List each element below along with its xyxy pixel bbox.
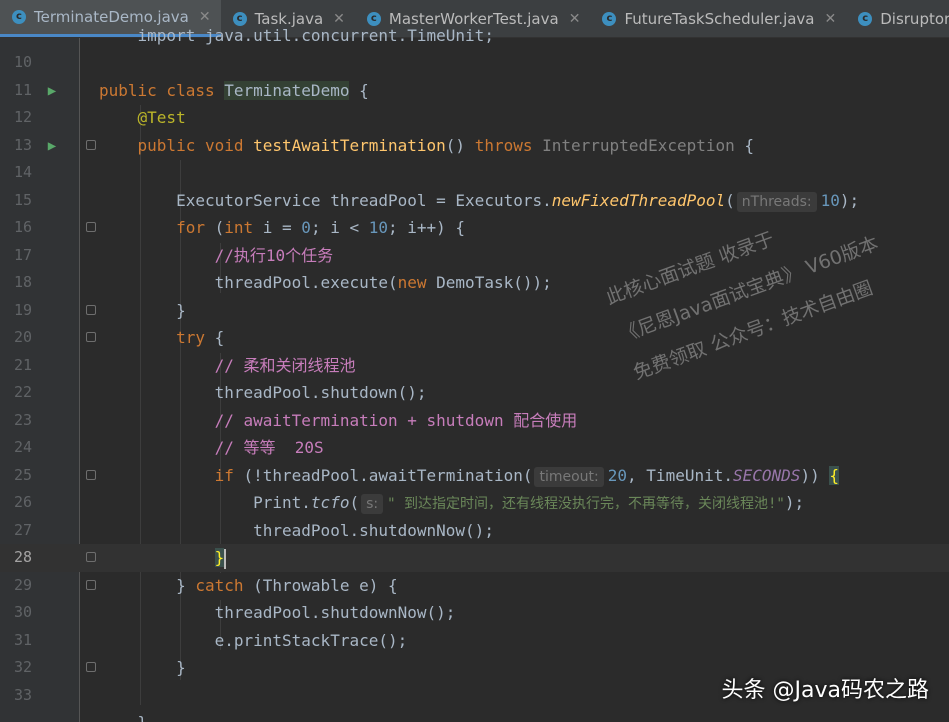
line-number: 23 <box>13 410 32 429</box>
matched-brace: } <box>214 548 225 567</box>
line-number: 28 <box>13 548 32 566</box>
line-number: 27 <box>13 520 32 539</box>
code-line: 26 Print.tcfo(s: " 到达指定时间，还有线程没执行完，不再等待，关… <box>0 489 949 517</box>
code-text: Print.tcfo(s: " 到达指定时间，还有线程没执行完，不再等待，关闭线程… <box>253 493 805 514</box>
code-text: if (!threadPool.awaitTermination(timeout… <box>214 465 839 487</box>
code-text: // 柔和关闭线程池 <box>99 352 356 380</box>
line-number: 25 <box>13 465 32 484</box>
code-text: // 等等 20S <box>99 434 324 462</box>
code-text: threadPool.shutdownNow(); <box>214 603 456 622</box>
line-number: 11 <box>13 80 32 99</box>
line-number: 14 <box>13 163 32 181</box>
run-test-icon[interactable]: ▶ <box>44 138 60 154</box>
code-line: 29 } catch (Throwable e) { <box>0 572 949 600</box>
fold-icon[interactable] <box>86 139 96 150</box>
code-line: 14 <box>0 159 949 187</box>
comment: // awaitTermination + shutdown 配合使用 <box>214 410 578 430</box>
code-line: 25 if (!threadPool.awaitTermination(time… <box>0 462 949 490</box>
line-number: 12 <box>13 108 32 126</box>
code-text: threadPool.shutdownNow(); <box>253 520 494 540</box>
code-line: 17 //执行10个任务 <box>0 242 949 270</box>
code-text: for (int i = 0; i < 10; i++) { <box>176 218 466 237</box>
line-number: 16 <box>13 218 32 236</box>
code-line: } <box>0 709 949 722</box>
code-line: 12 @Test <box>0 104 949 132</box>
code-line: 16 for (int i = 0; i < 10; i++) { <box>0 214 949 242</box>
code-line: 21 // 柔和关闭线程池 <box>0 352 949 380</box>
code-line: 30 threadPool.shutdownNow(); <box>0 599 949 627</box>
run-test-icon[interactable]: ▶ <box>44 83 60 99</box>
fold-icon[interactable] <box>86 579 96 590</box>
fold-icon[interactable] <box>86 222 96 232</box>
parameter-hint: timeout: <box>534 466 604 487</box>
line-number: 19 <box>13 300 32 319</box>
code-line: 22 threadPool.shutdown(); <box>0 379 949 407</box>
fold-icon[interactable] <box>86 332 96 342</box>
code-text: @Test <box>99 104 186 132</box>
annotation: @Test <box>137 108 186 127</box>
source-watermark: 头条 @Java码农之路 <box>721 678 929 703</box>
code-line: 10 <box>0 49 949 77</box>
code-line: 20 try { <box>0 324 949 352</box>
comment: //执行10个任务 <box>214 245 334 265</box>
code-line: 11 ▶ public class TerminateDemo { <box>0 77 949 105</box>
matched-brace: { <box>829 465 839 485</box>
parameter-hint: nThreads: <box>736 191 817 212</box>
line-number: 10 <box>13 53 32 71</box>
line-number: 22 <box>13 383 32 401</box>
code-line: 13 ▶ public void testAwaitTermination() … <box>0 132 949 160</box>
line-number: 18 <box>13 273 32 291</box>
code-text: try { <box>176 328 225 347</box>
code-text: threadPool.execute(new DemoTask()); <box>214 273 552 292</box>
code-text: public void testAwaitTermination() throw… <box>137 135 755 155</box>
fold-icon[interactable] <box>86 662 96 672</box>
code-line: 24 // 等等 20S <box>0 434 949 462</box>
code-text: } <box>99 544 227 572</box>
code-line: import java.util.concurrent.TimeUnit; <box>0 22 949 50</box>
comment: // 柔和关闭线程池 <box>214 355 356 375</box>
line-number: 30 <box>13 603 32 621</box>
line-number: 31 <box>13 630 32 649</box>
line-number: 29 <box>13 575 32 594</box>
string-literal: " 到达指定时间，还有线程没执行完，不再等待，关闭线程池!" <box>387 496 785 512</box>
code-text: // awaitTermination + shutdown 配合使用 <box>99 407 578 435</box>
line-number: 13 <box>13 135 32 154</box>
code-line: 18 threadPool.execute(new DemoTask()); <box>0 269 949 297</box>
code-text: } catch (Throwable e) { <box>176 575 398 595</box>
line-number: 32 <box>13 658 32 676</box>
line-number: 21 <box>13 355 32 374</box>
code-text: import java.util.concurrent.TimeUnit; <box>137 26 494 45</box>
line-number: 17 <box>13 245 32 264</box>
code-line: 31 e.printStackTrace(); <box>0 627 949 655</box>
code-text: } <box>176 658 186 677</box>
line-number: 15 <box>13 190 32 209</box>
line-number: 20 <box>13 328 32 346</box>
code-line: 15 ExecutorService threadPool = Executor… <box>0 187 949 215</box>
code-text: ExecutorService threadPool = Executors.n… <box>176 190 860 212</box>
code-line: 19 } <box>0 297 949 325</box>
class-name: TerminateDemo <box>224 80 350 100</box>
code-text: public class TerminateDemo { <box>99 77 369 105</box>
current-line: 28 } <box>0 544 949 572</box>
code-text: } <box>176 300 186 320</box>
code-text: //执行10个任务 <box>99 242 334 270</box>
fold-icon[interactable] <box>86 469 96 480</box>
code-line: 23 // awaitTermination + shutdown 配合使用 <box>0 407 949 435</box>
line-number: 33 <box>13 685 32 704</box>
text-caret <box>224 548 227 569</box>
fold-icon[interactable] <box>86 552 96 562</box>
keyword: public class <box>99 80 225 100</box>
code-line: 27 threadPool.shutdownNow(); <box>0 517 949 545</box>
code-text: threadPool.shutdown(); <box>214 383 427 402</box>
fold-icon[interactable] <box>86 304 96 315</box>
line-number: 26 <box>13 493 32 511</box>
line-number: 24 <box>13 438 32 456</box>
parameter-hint: s: <box>361 494 384 514</box>
comment: // 等等 20S <box>214 438 324 457</box>
code-text: } <box>99 709 148 722</box>
code-text: e.printStackTrace(); <box>214 630 408 650</box>
code-fragment: { <box>349 80 369 100</box>
